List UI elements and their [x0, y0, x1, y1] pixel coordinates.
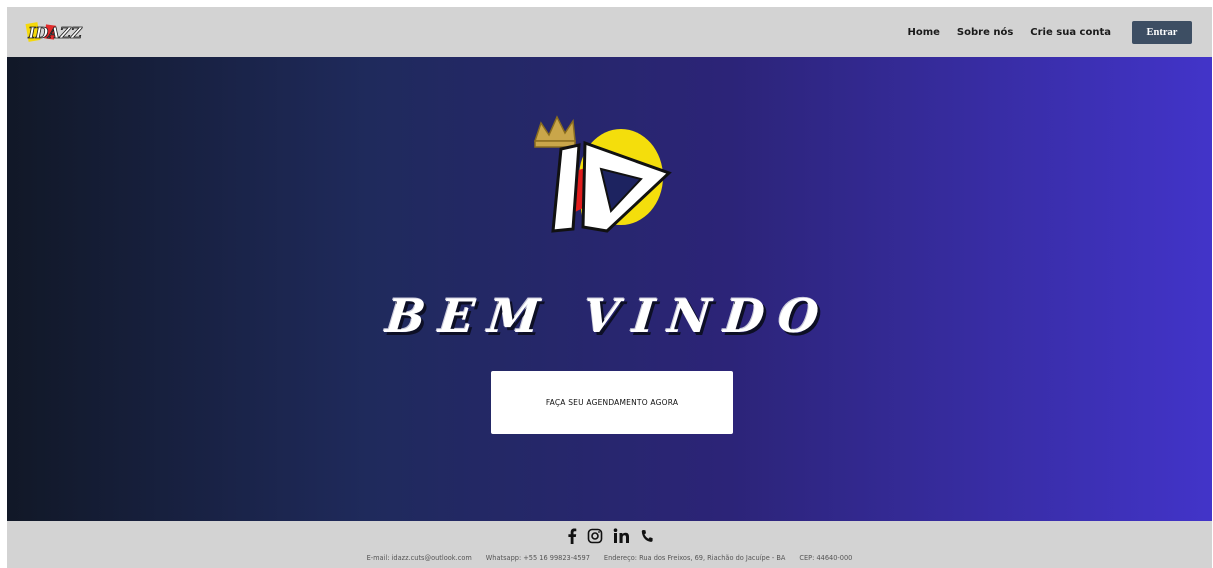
- contact-cep: CEP: 44640-000: [799, 554, 853, 562]
- hero-logo: LD: [533, 115, 672, 238]
- hero-section: LD BEM VINDO FAÇA SEU AGENDAMENTO AGORA: [7, 57, 1212, 521]
- schedule-appointment-button[interactable]: FAÇA SEU AGENDAMENTO AGORA: [491, 371, 733, 434]
- instagram-icon[interactable]: [587, 527, 603, 545]
- top-navbar: IDAZZ Home Sobre nós Crie sua conta Entr…: [7, 7, 1212, 57]
- footer: E-mail: idazz.cuts@outlook.com Whatsapp:…: [7, 521, 1212, 568]
- main-navigation: Home Sobre nós Crie sua conta Entrar: [907, 7, 1212, 57]
- crown-icon: [533, 115, 576, 148]
- login-button[interactable]: Entrar: [1132, 20, 1192, 44]
- facebook-icon[interactable]: [567, 527, 577, 545]
- social-links: [7, 526, 1212, 546]
- nav-about[interactable]: Sobre nós: [957, 27, 1013, 38]
- contact-address: Endereço: Rua dos Freixos, 69, Riachão d…: [603, 554, 786, 562]
- brand-logo[interactable]: IDAZZ: [23, 19, 87, 45]
- contact-whatsapp: Whatsapp: +55 16 99823-4597: [485, 554, 590, 562]
- linkedin-icon[interactable]: [613, 527, 631, 545]
- welcome-title: BEM VINDO: [383, 289, 836, 343]
- phone-icon[interactable]: [641, 527, 653, 545]
- nav-home[interactable]: Home: [907, 27, 939, 38]
- contact-email: E-mail: idazz.cuts@outlook.com: [366, 554, 472, 562]
- svg-text:LD: LD: [607, 236, 609, 238]
- page: IDAZZ Home Sobre nós Crie sua conta Entr…: [7, 7, 1212, 568]
- svg-text:IDAZZ: IDAZZ: [27, 24, 83, 42]
- contact-info: E-mail: idazz.cuts@outlook.com Whatsapp:…: [7, 554, 1212, 562]
- nav-create-account[interactable]: Crie sua conta: [1030, 27, 1111, 38]
